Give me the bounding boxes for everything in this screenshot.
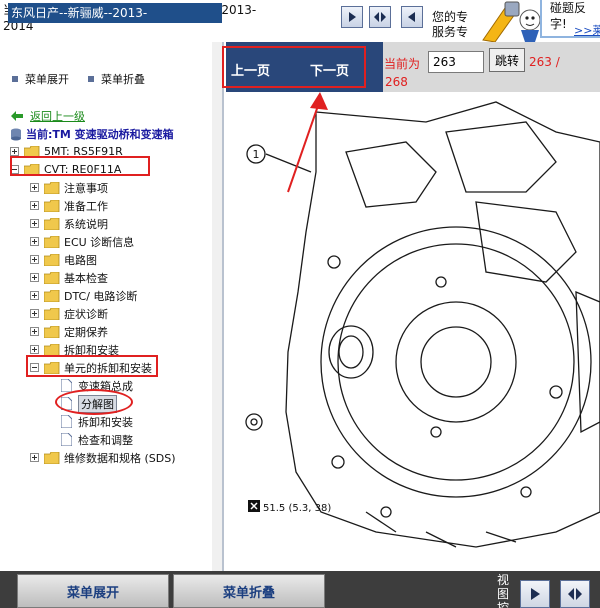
database-icon: [11, 128, 21, 140]
tree-label: ECU 诊断信息: [64, 235, 135, 249]
expand-menu-label: 菜单展开: [25, 73, 69, 86]
expand-plus-icon[interactable]: [30, 219, 39, 228]
tree-label: 拆卸和安装: [78, 415, 133, 429]
tree-item-ecu-diagnosis[interactable]: ECU 诊断信息: [30, 233, 134, 250]
jump-button[interactable]: 跳转: [489, 48, 525, 72]
folder-icon: [44, 271, 60, 284]
tree-item-symptom-diagnosis[interactable]: 症状诊断: [30, 305, 108, 322]
service-text: 您的专服务专: [432, 10, 469, 39]
folder-icon: [44, 199, 60, 212]
collapse-menu-label: 菜单折叠: [101, 73, 145, 86]
annotation-arrow: [287, 92, 328, 193]
document-icon: [61, 415, 72, 428]
view-split-button[interactable]: [560, 580, 590, 608]
annotation-circle-exploded-view: [55, 389, 133, 415]
folder-icon: [44, 235, 60, 248]
tree-item-precautions[interactable]: 注意事项: [30, 179, 108, 196]
expand-plus-icon[interactable]: [30, 291, 39, 300]
page-number-input[interactable]: [428, 51, 484, 73]
back-icon: [408, 12, 415, 22]
diagram-callout: 1: [253, 148, 260, 161]
document-icon: [61, 379, 72, 392]
view-next-button[interactable]: [520, 580, 550, 608]
tree-label: 电路图: [64, 253, 97, 267]
page-total: 263 /: [529, 55, 560, 69]
tree-item-basic-inspection[interactable]: 基本检查: [30, 269, 108, 286]
bottom-expand-button[interactable]: 菜单展开: [17, 574, 169, 608]
help-box: 碰题反字! >>莱单: [540, 0, 600, 38]
document-icon: [61, 433, 72, 446]
tree-label: 定期保养: [64, 325, 108, 339]
split-icon: [374, 12, 386, 22]
current-path-label: 当前:TM 变速驱动桥和变速箱: [26, 128, 174, 141]
expand-plus-icon[interactable]: [30, 183, 39, 192]
torque-spec: 51.5 (5.3, 38): [263, 503, 332, 514]
view-control-label: 视图控: [497, 573, 510, 608]
expand-plus-icon[interactable]: [30, 255, 39, 264]
back-arrow-icon: [11, 111, 23, 121]
folder-icon: [44, 289, 60, 302]
collapse-menu-link[interactable]: 菜单折叠: [88, 72, 145, 86]
folder-icon: [44, 325, 60, 338]
annotation-box-page-nav: [222, 46, 366, 88]
expand-plus-icon[interactable]: [30, 237, 39, 246]
expand-menu-link[interactable]: 菜单展开: [12, 72, 69, 86]
expand-plus-icon[interactable]: [10, 147, 19, 156]
bottom-collapse-button[interactable]: 菜单折叠: [173, 574, 325, 608]
folder-icon: [44, 343, 60, 356]
expand-plus-icon[interactable]: [30, 327, 39, 336]
back-link-label: 返回上一级: [30, 110, 85, 123]
folder-icon: [44, 253, 60, 266]
tree-label: 系统说明: [64, 217, 108, 231]
tree-item-disassembly[interactable]: 拆卸和安装: [61, 413, 133, 430]
expand-plus-icon[interactable]: [30, 201, 39, 210]
expand-plus-icon[interactable]: [30, 309, 39, 318]
tree-item-dtc-diagnosis[interactable]: DTC/ 电路诊断: [30, 287, 137, 304]
tree-label: 基本检查: [64, 271, 108, 285]
folder-icon: [44, 181, 60, 194]
tree-label: 维修数据和规格 (SDS): [64, 451, 176, 465]
page-total-count: 268: [385, 75, 408, 89]
tree-label: 检查和调整: [78, 433, 133, 447]
back-link[interactable]: 返回上一级: [10, 108, 85, 124]
tree-item-inspection-adjustment[interactable]: 检查和调整: [61, 431, 133, 448]
tree-item-wiring-diagram[interactable]: 电路图: [30, 251, 97, 268]
collapse-icon: [88, 76, 94, 82]
tree-label: 准备工作: [64, 199, 108, 213]
tree-label: 症状诊断: [64, 307, 108, 321]
expand-plus-icon[interactable]: [30, 453, 39, 462]
play-icon: [349, 12, 356, 22]
help-link[interactable]: >>莱单: [574, 22, 600, 38]
tree-label: 注意事项: [64, 181, 108, 195]
tree-item-sds[interactable]: 维修数据和规格 (SDS): [30, 449, 176, 466]
nav-back-button[interactable]: [401, 6, 423, 28]
sidebar-scrollbar[interactable]: [212, 42, 222, 571]
annotation-box-cvt: [10, 156, 150, 176]
mascot-icon: [482, 1, 541, 42]
folder-icon: [44, 307, 60, 320]
expand-plus-icon[interactable]: [30, 273, 39, 282]
annotation-box-unit: [26, 355, 158, 377]
folder-icon: [44, 217, 60, 230]
current-path: 当前:TM 变速驱动桥和变速箱: [10, 126, 174, 142]
sidebar-title: 东风日产--新骊威--2013-: [8, 3, 222, 23]
nav-split-button[interactable]: [369, 6, 391, 28]
expand-icon: [12, 76, 18, 82]
play-icon: [531, 588, 540, 600]
split-icon: [568, 588, 582, 600]
tree-item-periodic-maintenance[interactable]: 定期保养: [30, 323, 108, 340]
folder-icon: [44, 451, 60, 464]
tree-item-system-description[interactable]: 系统说明: [30, 215, 108, 232]
nav-prev-button[interactable]: [341, 6, 363, 28]
tree-label: DTC/ 电路诊断: [64, 289, 138, 303]
current-page-label: 当前为: [384, 57, 421, 71]
expand-plus-icon[interactable]: [30, 345, 39, 354]
tree-item-preparation[interactable]: 准备工作: [30, 197, 108, 214]
